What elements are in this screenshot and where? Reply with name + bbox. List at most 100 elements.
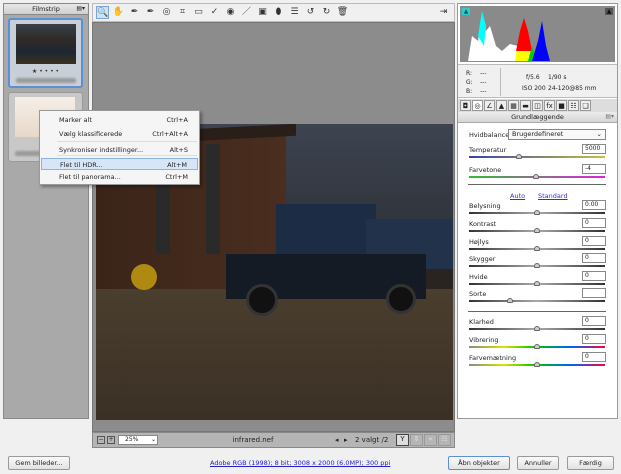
- filmstrip-panel: Filmstrip ▤▾ ★ • • • • ★ •: [3, 3, 89, 419]
- red-eye-icon[interactable]: ◉: [224, 6, 237, 19]
- zoom-out-button[interactable]: −: [97, 436, 105, 444]
- menu-item-shortcut: Ctrl+Alt+A: [152, 130, 188, 138]
- menu-item[interactable]: Flet til HDR... Alt+M: [41, 158, 198, 170]
- filmstrip-menu-icon[interactable]: ▤▾: [76, 5, 85, 12]
- slider-value-input[interactable]: 0: [582, 236, 606, 246]
- slider-thumb[interactable]: [516, 154, 523, 159]
- fullscreen-icon[interactable]: ⇥: [437, 6, 450, 19]
- effects-icon[interactable]: fx: [544, 100, 555, 111]
- slider-value-input[interactable]: 5000: [582, 144, 606, 154]
- filename: infrared.nef: [232, 436, 274, 444]
- slider-value-input[interactable]: 0.00: [582, 200, 606, 210]
- slider-track[interactable]: [469, 246, 605, 251]
- slider-value-input[interactable]: 0: [582, 271, 606, 281]
- crop-icon[interactable]: ⌗: [176, 6, 189, 19]
- save-images-button[interactable]: Gem billeder...: [8, 456, 70, 470]
- camera-calibration-icon[interactable]: ■: [556, 100, 567, 111]
- next-image-icon[interactable]: ▸: [344, 436, 348, 444]
- filmstrip-thumbnail-1[interactable]: ★ • • • •: [8, 18, 83, 88]
- slider-thumb[interactable]: [534, 263, 540, 268]
- straighten-icon[interactable]: ▭: [192, 6, 205, 19]
- hsl-icon[interactable]: ▦: [508, 100, 519, 111]
- auto-link[interactable]: Auto: [510, 192, 525, 200]
- trash-icon[interactable]: 🗑: [336, 6, 349, 19]
- workflow-options-link[interactable]: Adobe RGB (1998); 8 bit; 3008 x 2000 (6.…: [210, 459, 390, 467]
- slider-track[interactable]: [469, 228, 605, 233]
- preview-preferences-icon[interactable]: ☷: [438, 434, 451, 446]
- presets-icon[interactable]: ☷: [568, 100, 579, 111]
- snapshots-icon[interactable]: ❑: [580, 100, 591, 111]
- slider-track[interactable]: [469, 362, 605, 367]
- menu-item[interactable]: Flet til panorama... Ctrl+M: [41, 171, 198, 183]
- graduated-filter-icon[interactable]: ▣: [256, 6, 269, 19]
- slider-thumb[interactable]: [532, 174, 539, 179]
- basic-tab-icon[interactable]: ◎: [472, 100, 483, 111]
- slider-value-input[interactable]: 0: [582, 352, 606, 362]
- targeted-adjustment-icon[interactable]: ◎: [160, 6, 173, 19]
- zoom-value: 25%: [125, 436, 139, 443]
- white-balance-select[interactable]: Brugerdefineret ⌄: [508, 129, 606, 140]
- slider-track[interactable]: [469, 281, 605, 286]
- highlight-clipping-icon[interactable]: ▲: [605, 8, 613, 15]
- menu-item[interactable]: Vælg klassificerede Ctrl+Alt+A: [41, 128, 198, 140]
- slider-track[interactable]: [469, 263, 605, 268]
- lens-corrections-icon[interactable]: ◫: [532, 100, 543, 111]
- slider-track[interactable]: [469, 154, 605, 159]
- color-sampler-icon[interactable]: ✒: [144, 6, 157, 19]
- histogram: ▲ ▲: [460, 6, 615, 62]
- menu-item[interactable]: Marker alt Ctrl+A: [41, 114, 198, 126]
- slider-track[interactable]: [469, 210, 605, 215]
- slider-track[interactable]: [469, 174, 605, 179]
- slider-thumb[interactable]: [534, 210, 540, 215]
- spot-removal-icon[interactable]: ✓: [208, 6, 221, 19]
- slider-value-input[interactable]: [582, 288, 606, 298]
- slider-value-input[interactable]: 0: [582, 334, 606, 344]
- wb-value: Brugerdefineret: [512, 130, 564, 138]
- slider-thumb[interactable]: [534, 281, 540, 286]
- zoom-icon[interactable]: 🔍: [96, 6, 109, 19]
- radial-filter-icon[interactable]: ⬮: [272, 6, 285, 19]
- split-toning-icon[interactable]: ▬: [520, 100, 531, 111]
- zoom-in-button[interactable]: +: [107, 436, 115, 444]
- adjustment-panel: ▲ ▲ R: --- G: --- B: --- f/5.6 1/90 s IS…: [457, 3, 618, 419]
- compare-view-icon[interactable]: Y: [396, 434, 409, 446]
- camera-icon[interactable]: ◘: [460, 100, 471, 111]
- slider-label: Klarhed: [469, 318, 494, 326]
- open-objects-button[interactable]: Åbn objekter: [448, 456, 510, 470]
- slider-thumb[interactable]: [534, 246, 540, 251]
- slider-track[interactable]: [469, 344, 605, 349]
- prev-image-icon[interactable]: ◂: [335, 436, 339, 444]
- hand-icon[interactable]: ✋: [112, 6, 125, 19]
- done-button[interactable]: Færdig: [567, 456, 614, 470]
- slider-thumb[interactable]: [534, 228, 540, 233]
- adjustment-brush-icon[interactable]: ／: [240, 6, 253, 19]
- rotate-left-icon[interactable]: ↺: [304, 6, 317, 19]
- white-balance-icon[interactable]: ✒: [128, 6, 141, 19]
- standard-link[interactable]: Standard: [538, 192, 568, 200]
- slider-value-input[interactable]: 0: [582, 218, 606, 228]
- slider-thumb[interactable]: [506, 298, 513, 303]
- rating[interactable]: ★ • • • •: [10, 68, 81, 75]
- tone-curve-icon[interactable]: ∠: [484, 100, 495, 111]
- slider-thumb[interactable]: [534, 344, 540, 349]
- swap-icon[interactable]: ⇕: [410, 434, 423, 446]
- menu-item-shortcut: Alt+M: [167, 161, 187, 169]
- rotate-right-icon[interactable]: ↻: [320, 6, 333, 19]
- panel-menu-icon[interactable]: ▤▾: [605, 113, 614, 120]
- list-icon[interactable]: ☰: [288, 6, 301, 19]
- slider-thumb[interactable]: [534, 362, 540, 367]
- shutter-speed: 1/90 s: [548, 74, 567, 81]
- slider-value-input[interactable]: 0: [582, 253, 606, 263]
- copy-settings-icon[interactable]: ⌖: [424, 434, 437, 446]
- slider-track[interactable]: [469, 326, 605, 331]
- shadow-clipping-icon[interactable]: ▲: [462, 8, 470, 15]
- slider-track[interactable]: [469, 298, 605, 303]
- slider-value-input[interactable]: 0: [582, 316, 606, 326]
- detail-icon[interactable]: ▲: [496, 100, 507, 111]
- image-info: R: --- G: --- B: --- f/5.6 1/90 s ISO 20…: [458, 64, 617, 98]
- image-preview[interactable]: [92, 22, 455, 432]
- slider-value-input[interactable]: -4: [582, 164, 606, 174]
- cancel-button[interactable]: Annuller: [517, 456, 559, 470]
- slider-thumb[interactable]: [534, 326, 540, 331]
- zoom-select[interactable]: 25% ⌄: [118, 435, 158, 445]
